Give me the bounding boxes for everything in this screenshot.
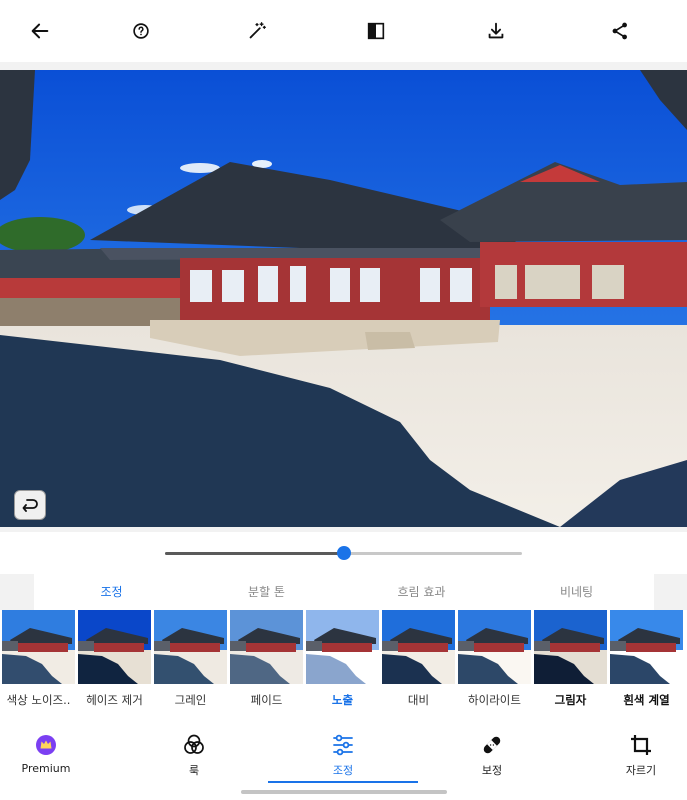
nav-label: 자르기 [625, 764, 657, 777]
bottom-navigation: Premium 룩 조정 보정 자르기 [0, 723, 687, 800]
subtab-blur-effect[interactable]: 흐림 효과 [344, 574, 499, 610]
help-circle-icon [133, 23, 149, 39]
option-label: 대비 [407, 693, 430, 707]
option-label: 헤이즈 제거 [86, 693, 143, 707]
magic-wand-icon [249, 22, 266, 39]
share-button[interactable] [605, 16, 635, 46]
option-label: 그림자 [554, 693, 587, 707]
nav-heal[interactable]: 보정 [437, 733, 547, 789]
active-tab-indicator [268, 781, 418, 783]
option-thumbnail [78, 610, 151, 684]
option-color-noise[interactable]: 색상 노이즈.. [2, 610, 75, 723]
option-thumbnail [154, 610, 227, 684]
option-label: 그레인 [174, 693, 207, 707]
option-thumbnail [382, 610, 455, 684]
option-thumbnail [306, 610, 379, 684]
option-exposure[interactable]: 노출 [306, 610, 379, 723]
option-dehaze[interactable]: 헤이즈 제거 [78, 610, 151, 723]
share-icon [612, 22, 627, 40]
palace-photo[interactable] [0, 70, 687, 527]
compare-button[interactable] [361, 16, 391, 46]
nav-premium[interactable]: Premium [0, 733, 101, 789]
slider-fill [165, 552, 344, 555]
crop-icon [631, 735, 651, 755]
option-label: 페이드 [250, 693, 283, 707]
download-button[interactable] [481, 16, 511, 46]
top-toolbar [0, 0, 687, 62]
home-indicator [241, 790, 447, 794]
auto-enhance-button[interactable] [242, 16, 272, 46]
compare-split-icon [367, 22, 385, 40]
slider-track[interactable] [165, 546, 522, 560]
option-label: 노출 [331, 693, 354, 707]
back-arrow-icon [31, 23, 49, 39]
undo-icon [22, 499, 38, 512]
back-button[interactable] [25, 16, 55, 46]
nav-looks[interactable]: 룩 [139, 733, 249, 789]
subtab-vignette[interactable]: 비네팅 [499, 574, 654, 610]
option-contrast[interactable]: 대비 [382, 610, 455, 723]
option-whites[interactable]: 흰색 계열 [610, 610, 683, 723]
download-icon [488, 22, 504, 39]
venn-circles-icon [184, 734, 204, 754]
option-grain[interactable]: 그레인 [154, 610, 227, 723]
sliders-icon [333, 734, 353, 756]
option-shadows[interactable]: 그림자 [534, 610, 607, 723]
option-highlights[interactable]: 하이라이트 [458, 610, 531, 723]
nav-crop[interactable]: 자르기 [586, 733, 687, 789]
nav-label: Premium [21, 762, 71, 775]
option-thumbnail [458, 610, 531, 684]
photo-editor-app: 조정 분할 톤 흐림 효과 비네팅 색상 노이즈.. 헤이즈 제거 그레인 페이… [0, 0, 687, 800]
option-fade[interactable]: 페이드 [230, 610, 303, 723]
option-thumbnail [534, 610, 607, 684]
nav-label: 조정 [332, 764, 354, 777]
slider-thumb[interactable] [336, 546, 351, 560]
option-label: 하이라이트 [468, 693, 521, 707]
adjust-subtabs: 조정 분할 톤 흐림 효과 비네팅 [34, 574, 654, 610]
option-thumbnail [2, 610, 75, 684]
nav-label: 룩 [188, 764, 200, 777]
option-label: 흰색 계열 [623, 693, 670, 707]
nav-label: 보정 [481, 764, 503, 777]
adjustment-slider [0, 532, 687, 574]
undo-button[interactable] [14, 490, 46, 520]
option-thumbnail [230, 610, 303, 684]
help-button[interactable] [126, 16, 156, 46]
option-thumbnail [610, 610, 683, 684]
option-label: 색상 노이즈.. [6, 693, 71, 707]
bandage-icon [483, 736, 501, 754]
crown-icon [36, 735, 56, 755]
subtab-adjust[interactable]: 조정 [34, 574, 189, 610]
subtab-split-tone[interactable]: 분할 톤 [189, 574, 344, 610]
adjustment-options-strip: 색상 노이즈.. 헤이즈 제거 그레인 페이드 노출 대비 하이라이트 그림자 [0, 610, 687, 723]
